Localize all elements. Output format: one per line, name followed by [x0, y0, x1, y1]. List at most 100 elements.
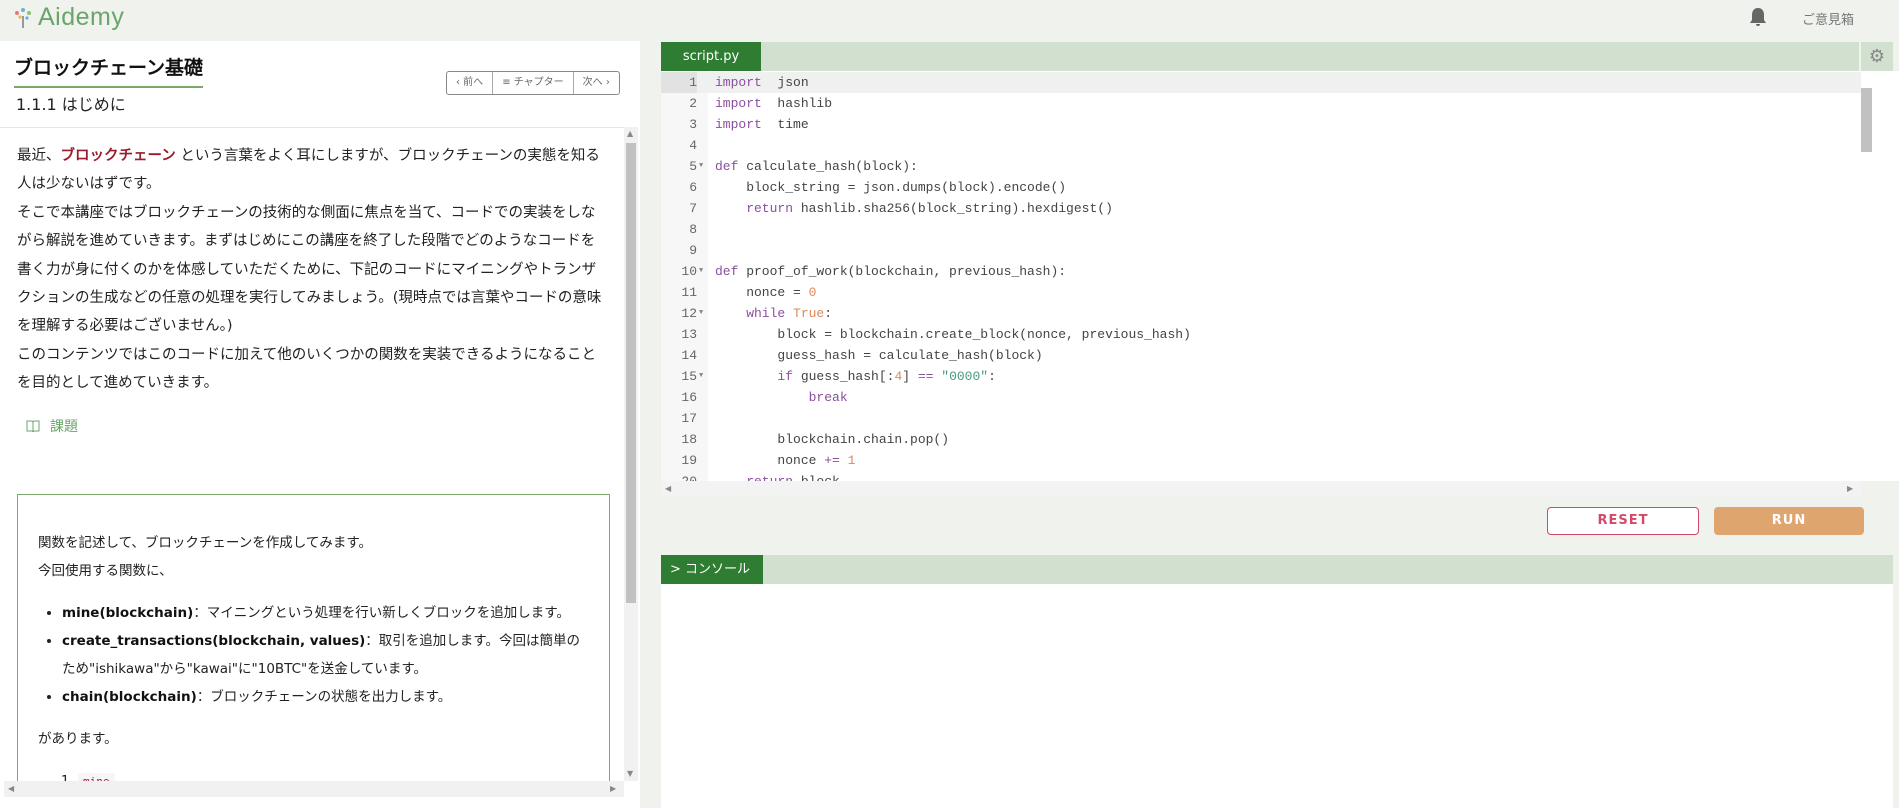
editor-vertical-scrollbar[interactable] — [1861, 82, 1873, 470]
function-name: mine(blockchain) — [62, 605, 194, 621]
code-text: break — [715, 387, 848, 408]
scroll-up-icon[interactable]: ▲ — [627, 129, 633, 138]
code-line[interactable]: 13 block = blockchain.create_block(nonce… — [661, 324, 1861, 345]
code-token: proof_of_work(blockchain, previous_hash)… — [738, 264, 1067, 279]
chapter-button[interactable]: ≡ チャプター — [493, 72, 574, 94]
fold-arrow-icon[interactable]: ▼ — [699, 156, 703, 177]
line-number: 5 — [689, 159, 697, 174]
code-text: def calculate_hash(block): — [715, 156, 918, 177]
bell-icon[interactable] — [1749, 7, 1767, 27]
code-line[interactable]: 10 ▼ def proof_of_work(blockchain, previou… — [661, 261, 1861, 282]
line-number: 18 — [681, 432, 697, 447]
fold-arrow-icon[interactable]: ▼ — [699, 261, 703, 282]
code-editor[interactable]: 1 import json 2 import hashlib 3 import time 4… — [661, 71, 1899, 481]
function-desc: ：ブロックチェーンの状態を出力します。 — [196, 689, 452, 705]
prev-button[interactable]: ‹ 前へ — [447, 72, 494, 94]
code-text: import json — [715, 72, 809, 93]
function-item: chain(blockchain)：ブロックチェーンの状態を出力します。 — [62, 683, 589, 711]
scroll-down-icon[interactable]: ▼ — [627, 769, 633, 778]
reset-button[interactable]: RESET — [1547, 507, 1699, 535]
code-token: guess_hash = calculate_hash(block) — [715, 348, 1043, 363]
code-line[interactable]: 8 — [661, 219, 1861, 240]
line-number: 16 — [681, 390, 697, 405]
console-output — [661, 584, 1893, 808]
feedback-link[interactable]: ご意見箱 — [1802, 9, 1854, 28]
code-line[interactable]: 11 nonce = 0 — [661, 282, 1861, 303]
task-heading-label: 課題 — [50, 418, 78, 435]
gear-icon[interactable]: ⚙ — [1861, 42, 1893, 71]
function-item: mine(blockchain)：マイニングという処理を行い新しくブロックを追加… — [62, 599, 589, 627]
code-token: hashlib — [761, 96, 833, 111]
code-token: block — [793, 474, 840, 481]
scroll-right-icon[interactable]: ▶ — [1847, 484, 1853, 493]
step-code: mine — [78, 773, 115, 781]
function-name: chain(blockchain) — [62, 689, 197, 705]
code-line[interactable]: 14 guess_hash = calculate_hash(block) — [661, 345, 1861, 366]
code-line[interactable]: 15 ▼ if guess_hash[:4] == "0000": — [661, 366, 1861, 387]
aidemy-logo[interactable]: Aidemy — [12, 3, 124, 32]
code-line[interactable]: 7 return hashlib.sha256(block_string).he… — [661, 198, 1861, 219]
code-line[interactable]: 4 — [661, 135, 1861, 156]
function-list: mine(blockchain)：マイニングという処理を行い新しくブロックを追加… — [62, 599, 589, 711]
logo-text: Aidemy — [38, 3, 125, 31]
code-line[interactable]: 18 blockchain.chain.pop() — [661, 429, 1861, 450]
line-number: 13 — [681, 327, 697, 342]
lesson-title: 1.1.1 はじめに — [16, 95, 126, 114]
code-line[interactable]: 12 ▼ while True: — [661, 303, 1861, 324]
scroll-left-icon[interactable]: ◀ — [8, 784, 14, 793]
task-heading: 課題 — [26, 416, 624, 436]
tree-logo-icon — [15, 7, 31, 28]
code-token: 1 — [839, 453, 856, 468]
intro-text: 最近、ブロックチェーン という言葉をよく耳にしますが、ブロックチェーンの実態を知… — [0, 128, 624, 398]
code-token: block = blockchain.create_block(nonce, p… — [715, 327, 1191, 342]
step-item: mine — [78, 767, 589, 781]
code-line[interactable]: 6 block_string = json.dumps(block).encod… — [661, 177, 1861, 198]
next-button[interactable]: 次へ › — [574, 72, 619, 94]
code-token: def — [715, 264, 739, 279]
code-token: guess_hash[: — [793, 369, 895, 384]
code-line[interactable]: 19 nonce += 1 — [661, 450, 1861, 471]
line-number: 10 — [681, 264, 697, 279]
fold-arrow-icon[interactable]: ▼ — [699, 303, 703, 324]
code-line[interactable]: 9 — [661, 240, 1861, 261]
code-text: return hashlib.sha256(block_string).hexd… — [715, 198, 1113, 219]
scroll-thumb[interactable] — [626, 143, 636, 603]
code-token: True — [785, 306, 825, 321]
task-box: 関数を記述して、ブロックチェーンを作成してみます。 今回使用する関数に、 min… — [17, 494, 610, 781]
code-token: json — [761, 75, 809, 90]
content-vertical-scrollbar[interactable]: ▲ ▼ — [624, 127, 638, 781]
line-number: 7 — [689, 201, 697, 216]
code-token: if — [715, 369, 794, 384]
fold-arrow-icon[interactable]: ▼ — [699, 366, 703, 387]
tab-script-py[interactable]: script.py — [661, 42, 761, 71]
editor-tab-bar: script.py — [661, 42, 1859, 71]
scroll-left-icon[interactable]: ◀ — [665, 484, 671, 493]
code-text: nonce += 1 — [715, 450, 855, 471]
code-line[interactable]: 20 return block — [661, 471, 1861, 481]
lesson-content: 最近、ブロックチェーン という言葉をよく耳にしますが、ブロックチェーンの実態を知… — [0, 127, 624, 781]
code-line[interactable]: 16 break — [661, 387, 1861, 408]
text: 最近、 — [17, 148, 61, 164]
function-name: create_transactions(blockchain, values) — [62, 633, 366, 649]
tab-console[interactable]: > コンソール — [661, 555, 763, 584]
top-bar: Aidemy ご意見箱 — [0, 0, 1899, 41]
code-line[interactable]: 2 import hashlib — [661, 93, 1861, 114]
highlight-term: ブロックチェーン — [60, 148, 176, 164]
code-line[interactable]: 1 import json — [661, 72, 1861, 93]
scroll-thumb[interactable] — [1861, 88, 1872, 152]
content-horizontal-scrollbar[interactable]: ◀ ▶ — [4, 781, 624, 797]
scroll-right-icon[interactable]: ▶ — [610, 784, 616, 793]
code-token: block_string = json.dumps(block).encode(… — [715, 180, 1067, 195]
line-number: 14 — [681, 348, 697, 363]
run-button[interactable]: RUN — [1714, 507, 1864, 535]
code-token: 0 — [808, 285, 817, 300]
editor-horizontal-scrollbar[interactable]: ◀ ▶ — [661, 481, 1861, 497]
intro-paragraph: 最近、ブロックチェーン という言葉をよく耳にしますが、ブロックチェーンの実態を知… — [17, 142, 607, 199]
code-token: break — [715, 390, 848, 405]
code-token: hashlib.sha256(block_string).hexdigest() — [793, 201, 1113, 216]
code-line[interactable]: 17 — [661, 408, 1861, 429]
code-line[interactable]: 5 ▼ def calculate_hash(block): — [661, 156, 1861, 177]
code-token: "0000" — [933, 369, 989, 384]
step-list: minemine — [78, 767, 589, 781]
code-line[interactable]: 3 import time — [661, 114, 1861, 135]
